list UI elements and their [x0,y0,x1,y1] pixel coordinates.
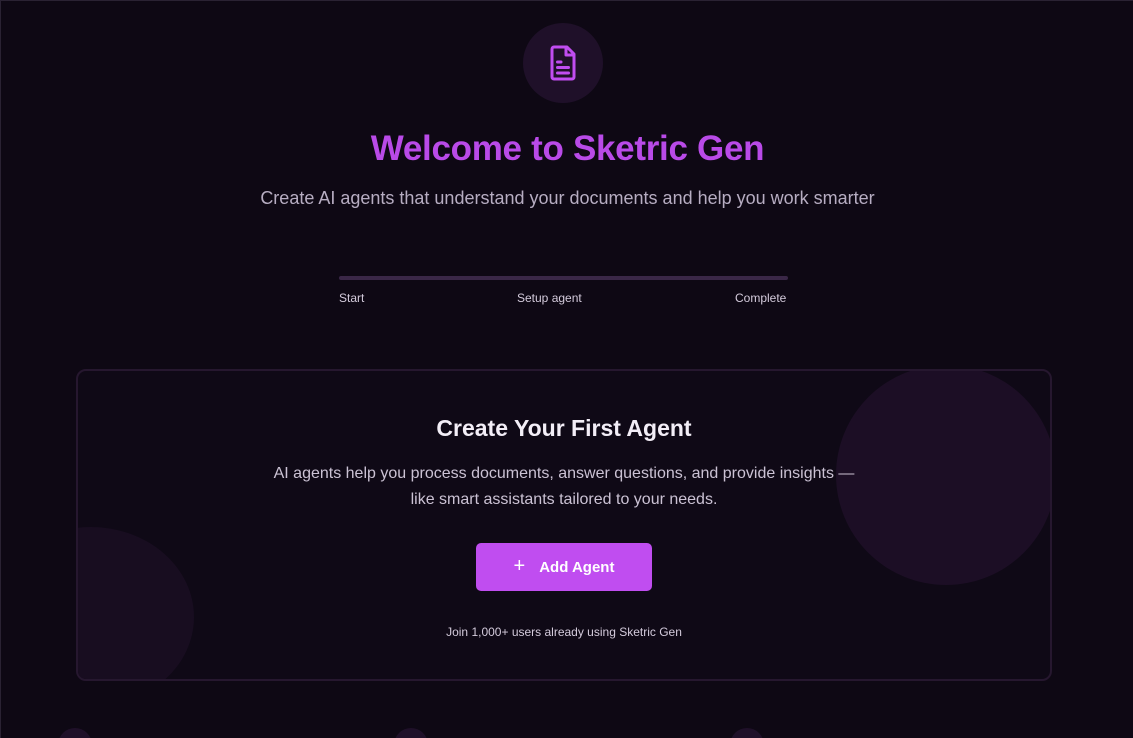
page-subtitle: Create AI agents that understand your do… [260,188,875,208]
step-complete: Complete [735,291,787,305]
step-setup-agent: Setup agent [517,291,582,305]
feature-icon-circle [394,728,428,738]
decorative-circle [836,371,1050,585]
page: Welcome to Sketric Gen Create AI agents … [0,0,1133,738]
logo-badge [523,23,603,103]
decorative-circle [78,527,194,679]
card-description-line: like smart assistants tailored to your n… [410,491,718,508]
progress-bar [339,276,788,280]
card-description-line: AI agents help you process documents, an… [273,465,855,482]
feature-icon-circle [730,728,764,738]
card-title: Create Your First Agent [436,415,692,441]
add-agent-label: Add Agent [539,558,615,576]
create-agent-card: Create Your First Agent AI agents help y… [76,369,1052,681]
social-proof-text: Join 1,000+ users already using Sketric … [446,625,682,639]
step-start: Start [339,291,365,305]
card-description: AI agents help you process documents, an… [264,461,864,513]
feature-icon-circle [58,728,92,738]
document-icon [550,45,576,81]
plus-icon: + [513,555,526,577]
page-title: Welcome to Sketric Gen [370,129,765,168]
add-agent-button[interactable]: + Add Agent [476,543,652,591]
